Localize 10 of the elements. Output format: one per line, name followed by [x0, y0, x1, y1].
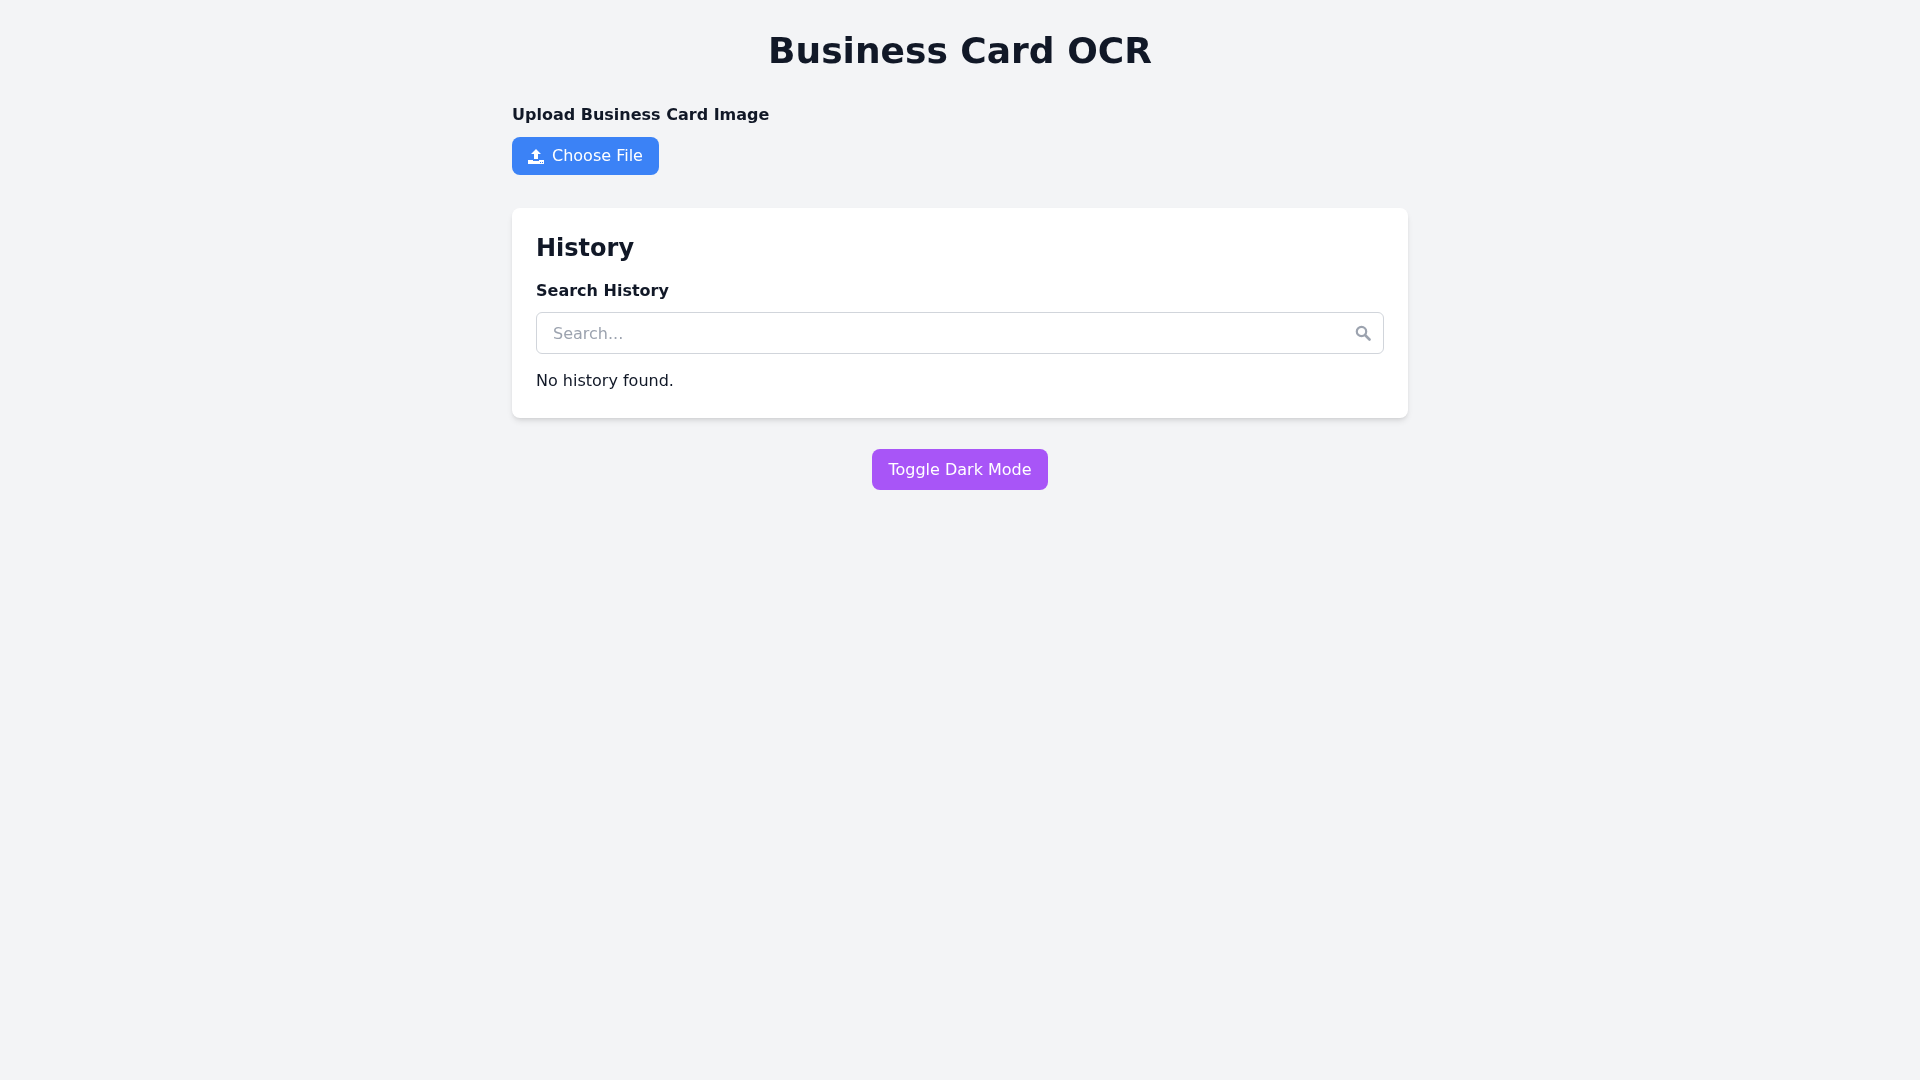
- upload-icon: [528, 148, 544, 164]
- search-icon: [1355, 325, 1371, 341]
- toggle-dark-mode-button[interactable]: Toggle Dark Mode: [872, 449, 1048, 490]
- choose-file-button[interactable]: Choose File: [512, 137, 659, 175]
- history-title: History: [536, 233, 635, 264]
- search-field[interactable]: Search...: [536, 312, 1384, 354]
- empty-history-message: No history found.: [536, 370, 674, 392]
- page-title: Business Card OCR: [768, 31, 1152, 71]
- search-label: Search History: [536, 280, 669, 302]
- upload-label: Upload Business Card Image: [512, 104, 770, 126]
